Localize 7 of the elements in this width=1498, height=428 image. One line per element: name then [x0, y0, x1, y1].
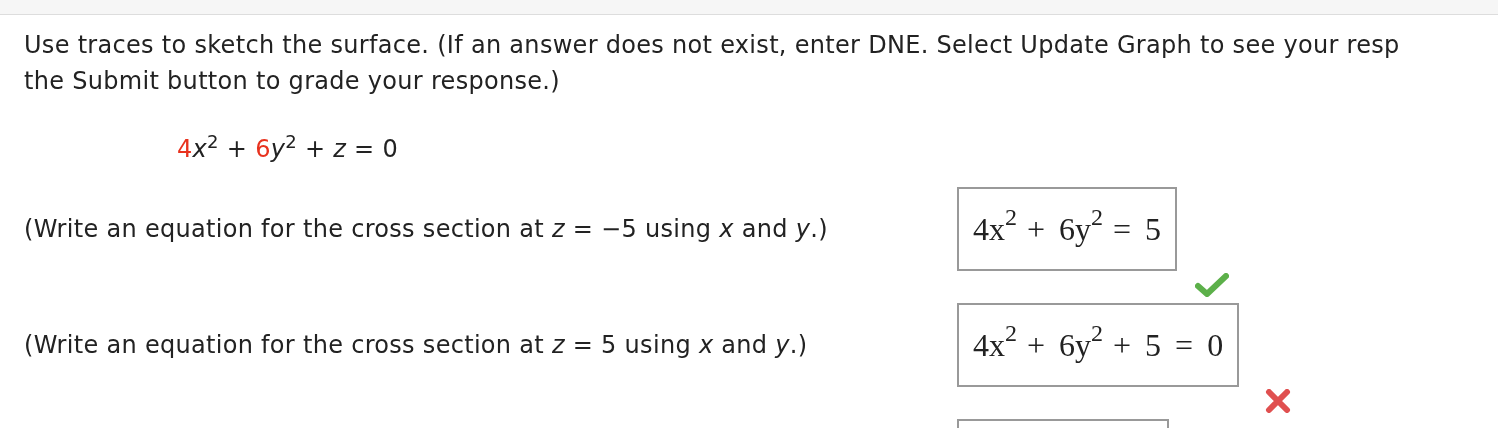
question-prompt: (Write an equation for the cross section at z = 5 using x and y.)	[24, 330, 808, 361]
instructions-text: Use traces to sketch the surface. (If an answer does not exist, enter DNE. Select Update Graph to see your resp	[24, 30, 1401, 61]
answer-field[interactable]: 4x$^{2}$ + 6y$^{2}$ = 5	[957, 187, 1178, 271]
surface-equation: 4x$^{2}$ + 6y$^{2}$ + z = 0	[177, 131, 399, 165]
question-prompt: (Write an equation for the cross section at z = −5 using x and y.)	[24, 214, 828, 245]
instructions-text: the Submit button to grade your response.)	[24, 66, 561, 97]
answer-field[interactable]: 4x$^{2}$ + 6y$^{2}$ + 5 = 0	[957, 303, 1240, 387]
